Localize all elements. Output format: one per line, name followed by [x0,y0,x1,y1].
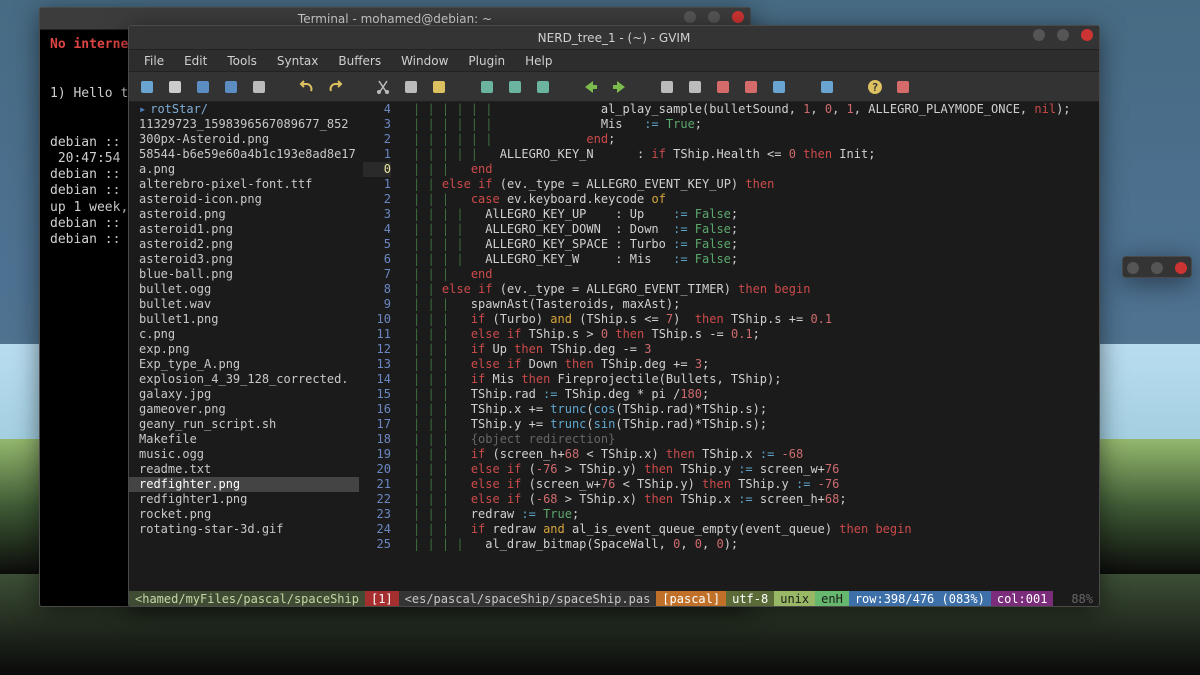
tree-file[interactable]: a.png [129,162,359,177]
file-save-icon[interactable] [195,79,211,95]
tree-file[interactable]: explosion_4_39_128_corrected. [129,372,359,387]
tree-file[interactable]: asteroid3.png [129,252,359,267]
tree-file[interactable]: c.png [129,327,359,342]
status-lang: [pascal] [656,591,726,606]
save-session-icon[interactable] [687,79,703,95]
tree-file[interactable]: bullet.wav [129,297,359,312]
tree-file[interactable]: asteroid2.png [129,237,359,252]
minimize-icon[interactable] [684,11,696,23]
tree-root[interactable]: ▸rotStar/ [129,102,359,117]
go-forward-icon[interactable] [583,79,599,95]
file-open-icon[interactable] [139,79,155,95]
status-file: <es/pascal/spaceShip/spaceShip.pas [399,591,657,606]
tree-file[interactable]: redfighter.png [129,477,359,492]
tree-file[interactable]: 300px-Asteroid.png [129,132,359,147]
menu-plugin[interactable]: Plugin [459,51,514,71]
status-bufnr: [1] [365,591,399,606]
tree-file[interactable]: asteroid1.png [129,222,359,237]
toolbar: ? [129,72,1099,102]
tree-file[interactable]: 11329723_1598396567089677_852 [129,117,359,132]
find-next-icon[interactable] [507,79,523,95]
menu-window[interactable]: Window [392,51,457,71]
menu-syntax[interactable]: Syntax [268,51,327,71]
tree-file[interactable]: Exp_type_A.png [129,357,359,372]
gvim-window[interactable]: NERD_tree_1 - (~) - GVIM FileEditToolsSy… [128,25,1100,607]
file-saveall-icon[interactable] [223,79,239,95]
tree-file[interactable]: readme.txt [129,462,359,477]
print-icon[interactable] [251,79,267,95]
background-window-titlebar[interactable] [1122,256,1192,278]
status-mode: enH [815,591,849,606]
editor-pane[interactable]: 4321012345678910111213141516171819202122… [359,102,1099,591]
tree-file[interactable]: alterebro-pixel-font.ttf [129,177,359,192]
nerdtree-panel[interactable]: ▸rotStar/ 11329723_1598396567089677_852 … [129,102,359,591]
undo-icon[interactable] [299,79,315,95]
gvim-title: NERD_tree_1 - (~) - GVIM [538,31,691,45]
tree-file[interactable]: geany_run_script.sh [129,417,359,432]
status-col: col:001 [991,591,1054,606]
tree-file[interactable]: gameover.png [129,402,359,417]
find-replace-icon[interactable] [479,79,495,95]
find-prev-icon[interactable] [535,79,551,95]
tree-file[interactable]: blue-ball.png [129,267,359,282]
tree-file[interactable]: redfighter1.png [129,492,359,507]
menu-edit[interactable]: Edit [175,51,216,71]
maximize-icon[interactable] [708,11,720,23]
go-back-icon[interactable] [611,79,627,95]
tree-file[interactable]: asteroid.png [129,207,359,222]
maximize-icon[interactable] [1057,29,1069,41]
code-area[interactable]: | | | | | | al_play_sample(bulletSound, … [413,102,1099,591]
tag-jump-icon[interactable] [819,79,835,95]
statusbar: <hamed/myFiles/pascal/spaceShip [1] <es/… [129,591,1099,606]
shell-icon[interactable] [771,79,787,95]
status-encoding: utf-8 [726,591,774,606]
tree-file[interactable]: exp.png [129,342,359,357]
tree-file[interactable]: bullet.ogg [129,282,359,297]
tree-file[interactable]: Makefile [129,432,359,447]
file-new-icon[interactable] [167,79,183,95]
minimize-icon[interactable] [1127,262,1139,274]
help-icon[interactable]: ? [867,79,883,95]
redo-icon[interactable] [327,79,343,95]
tree-file[interactable]: bullet1.png [129,312,359,327]
menu-help[interactable]: Help [516,51,561,71]
tree-file[interactable]: rotating-star-3d.gif [129,522,359,537]
minimize-icon[interactable] [1033,29,1045,41]
svg-text:?: ? [872,81,879,94]
menu-tools[interactable]: Tools [218,51,266,71]
close-icon[interactable] [1175,262,1187,274]
tree-file[interactable]: rocket.png [129,507,359,522]
menu-file[interactable]: File [135,51,173,71]
cut-icon[interactable] [375,79,391,95]
status-fileformat: unix [774,591,815,606]
gvim-titlebar[interactable]: NERD_tree_1 - (~) - GVIM [129,26,1099,50]
tree-file[interactable]: asteroid-icon.png [129,192,359,207]
close-icon[interactable] [1081,29,1093,41]
menubar: FileEditToolsSyntaxBuffersWindowPluginHe… [129,50,1099,72]
status-row: row:398/476 (083%) [849,591,991,606]
close-icon[interactable] [732,11,744,23]
tree-file[interactable]: music.ogg [129,447,359,462]
fold-column [395,102,413,591]
tree-file[interactable]: 58544-b6e59e60a4b1c193e8ad8e17 [129,147,359,162]
make-icon[interactable] [743,79,759,95]
tree-file[interactable]: galaxy.jpg [129,387,359,402]
line-gutter: 4321012345678910111213141516171819202122… [359,102,395,591]
status-cwd: <hamed/myFiles/pascal/spaceShip [129,591,365,606]
status-percent: 88% [1065,591,1099,606]
run-script-icon[interactable] [715,79,731,95]
paste-icon[interactable] [431,79,447,95]
find-help-icon[interactable] [895,79,911,95]
load-session-icon[interactable] [659,79,675,95]
maximize-icon[interactable] [1151,262,1163,274]
copy-icon[interactable] [403,79,419,95]
menu-buffers[interactable]: Buffers [329,51,390,71]
terminal-title: Terminal - mohamed@debian: ~ [298,12,492,26]
